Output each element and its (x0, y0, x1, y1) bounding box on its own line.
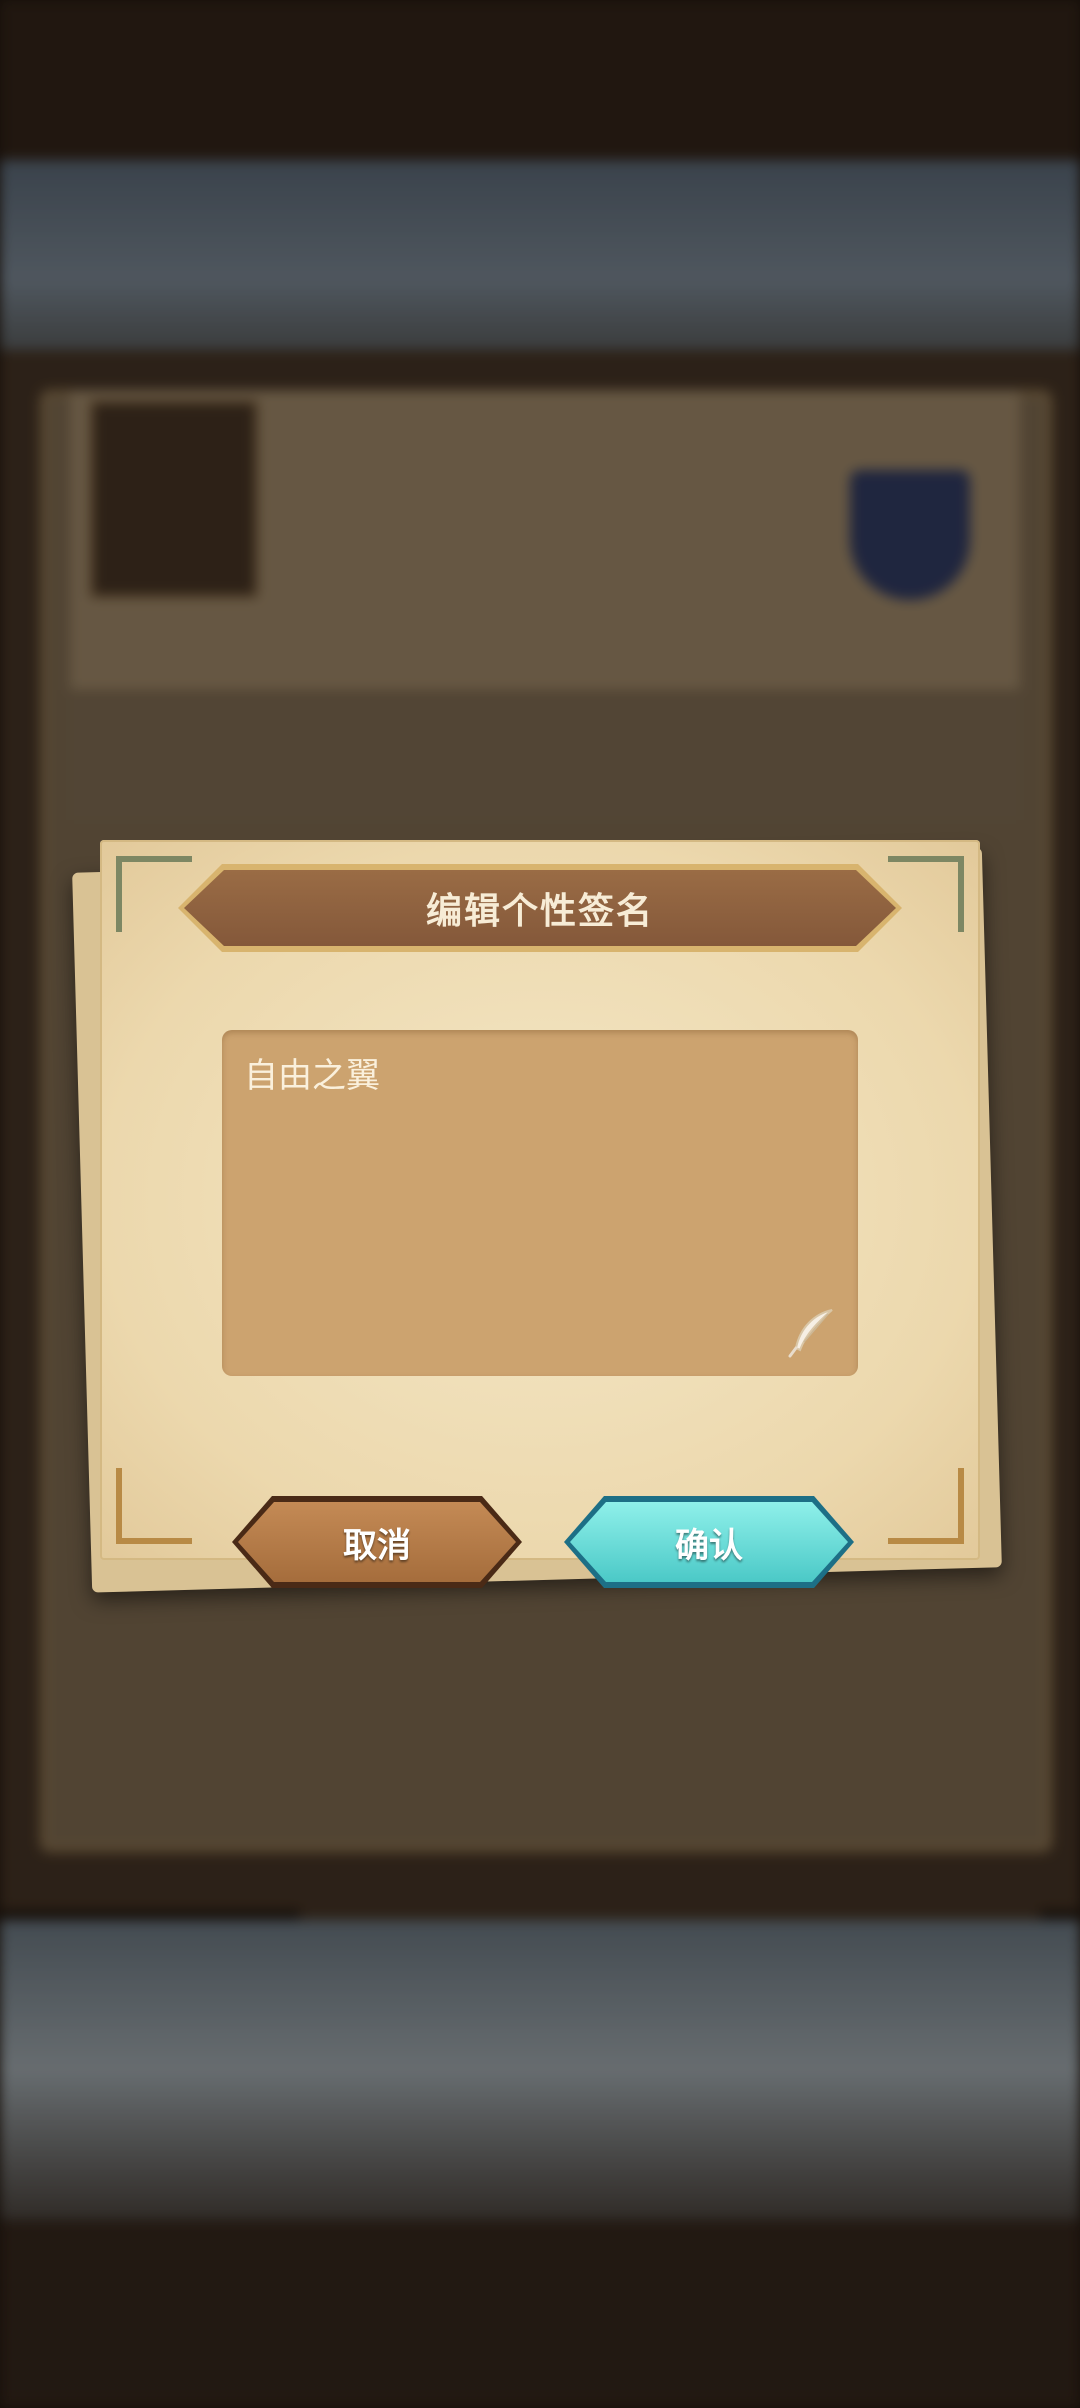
signature-input[interactable]: 自由之翼 (222, 1030, 858, 1376)
quill-pen-icon (788, 1309, 833, 1358)
confirm-button-label: 确认 (675, 1525, 743, 1566)
cancel-button[interactable]: 取消 (232, 1496, 522, 1588)
cancel-button-label: 取消 (343, 1525, 411, 1566)
dialog-title: 编辑个性签名 (425, 891, 654, 932)
corner-ornament (116, 1468, 192, 1544)
corner-ornament (888, 1468, 964, 1544)
title-banner: 编辑个性签名 (184, 870, 896, 946)
corner-ornament (116, 856, 192, 932)
dialog-paper: 编辑个性签名 自由之翼 取消 确认 (100, 840, 980, 1560)
corner-ornament (888, 856, 964, 932)
confirm-button[interactable]: 确认 (564, 1496, 854, 1588)
edit-signature-dialog: 编辑个性签名 自由之翼 取消 确认 (72, 840, 1002, 1593)
signature-input-value: 自由之翼 (244, 1056, 380, 1096)
